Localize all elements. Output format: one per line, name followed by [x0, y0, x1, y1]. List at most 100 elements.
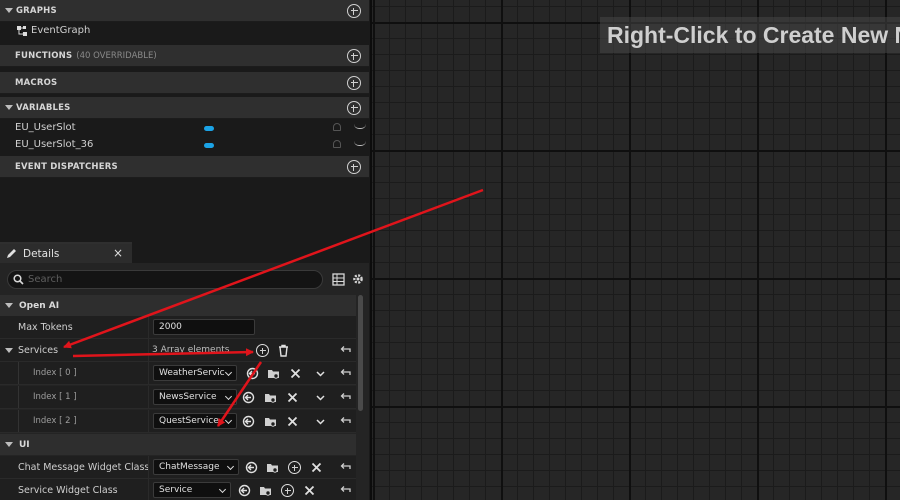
- use-selected-icon[interactable]: [246, 367, 259, 380]
- reset-to-default-icon[interactable]: [340, 462, 351, 471]
- macros-title: MACROS: [15, 77, 58, 88]
- variable-name: EU_UserSlot_36: [15, 139, 94, 150]
- search-input[interactable]: [28, 274, 298, 285]
- element-options-chevron-icon[interactable]: [314, 391, 327, 404]
- add-macro-icon[interactable]: [347, 76, 361, 90]
- clear-icon[interactable]: [286, 415, 299, 428]
- index-label: Index [ 2 ]: [33, 416, 77, 426]
- property-chat-message-widget-class: Chat Message Widget Class ChatMessage: [0, 456, 356, 479]
- property-services: Services 3 Array elements: [0, 339, 356, 362]
- event-graph-canvas[interactable]: Right-Click to Create New N: [370, 0, 900, 500]
- trash-icon[interactable]: [277, 344, 290, 357]
- macros-section-header[interactable]: MACROS: [0, 72, 369, 94]
- tab-details[interactable]: Details ×: [0, 242, 132, 263]
- service-widget-value: Service: [159, 485, 193, 495]
- visibility-eye-icon[interactable]: [354, 124, 366, 129]
- search-icon: [13, 274, 24, 285]
- services-array-summary: 3 Array elements: [152, 345, 230, 355]
- add-function-icon[interactable]: [347, 49, 361, 63]
- details-panel: Open AI Max Tokens 2000 Services 3 Array…: [0, 263, 369, 500]
- service-widget-dropdown[interactable]: Service: [153, 482, 231, 498]
- max-tokens-input[interactable]: 2000: [153, 319, 255, 335]
- variables-title: VARIABLES: [16, 102, 71, 113]
- functions-title: FUNCTIONS: [15, 50, 73, 61]
- add-array-element-icon[interactable]: [256, 344, 269, 357]
- add-graph-icon[interactable]: [347, 4, 361, 18]
- collapse-arrow-icon[interactable]: [5, 303, 13, 308]
- variable-name: EU_UserSlot: [15, 122, 76, 133]
- graph-hint-text: Right-Click to Create New N: [600, 17, 900, 53]
- reset-to-default-icon[interactable]: [340, 368, 351, 377]
- variable-type-pill[interactable]: [204, 126, 214, 131]
- settings-gear-icon[interactable]: [351, 272, 365, 286]
- use-selected-icon[interactable]: [242, 391, 255, 404]
- use-selected-icon[interactable]: [242, 415, 255, 428]
- details-scrollbar[interactable]: [358, 295, 363, 411]
- use-selected-icon[interactable]: [245, 461, 258, 474]
- event-dispatchers-title: EVENT DISPATCHERS: [15, 161, 118, 172]
- category-open-ai[interactable]: Open AI: [0, 295, 356, 316]
- replication-bell-icon[interactable]: [333, 123, 341, 131]
- service-class-dropdown[interactable]: WeatherServic: [153, 365, 237, 381]
- collapse-arrow-icon[interactable]: [5, 348, 13, 353]
- clear-icon[interactable]: [310, 461, 323, 474]
- add-icon[interactable]: [281, 484, 294, 497]
- service-class-value: NewsService: [159, 392, 217, 402]
- close-tab-icon[interactable]: ×: [113, 246, 123, 260]
- variable-type-pill[interactable]: [204, 143, 214, 148]
- variable-item[interactable]: EU_UserSlot_36: [0, 137, 369, 154]
- collapse-arrow-icon[interactable]: [5, 105, 13, 110]
- browse-folder-icon[interactable]: [266, 461, 279, 474]
- clear-icon[interactable]: [286, 391, 299, 404]
- element-options-chevron-icon[interactable]: [314, 415, 327, 428]
- collapse-arrow-icon[interactable]: [5, 442, 13, 447]
- collapse-arrow-icon[interactable]: [5, 8, 13, 13]
- reset-to-default-icon[interactable]: [340, 345, 351, 354]
- list-item-eventgraph[interactable]: EventGraph: [0, 23, 369, 40]
- browse-folder-icon[interactable]: [259, 484, 272, 497]
- eventgraph-label: EventGraph: [31, 25, 91, 36]
- table-view-icon[interactable]: [332, 273, 345, 286]
- service-class-dropdown[interactable]: NewsService: [153, 389, 237, 405]
- service-class-value: WeatherServic: [159, 368, 225, 378]
- browse-folder-icon[interactable]: [264, 391, 277, 404]
- clear-icon[interactable]: [289, 367, 302, 380]
- functions-section-header[interactable]: FUNCTIONS (40 OVERRIDABLE): [0, 45, 369, 67]
- graphs-section-header[interactable]: GRAPHS: [0, 0, 369, 22]
- category-open-ai-label: Open AI: [19, 300, 60, 311]
- browse-folder-icon[interactable]: [267, 367, 280, 380]
- chat-message-widget-dropdown[interactable]: ChatMessage: [153, 459, 239, 475]
- replication-bell-icon[interactable]: [333, 140, 341, 148]
- variable-item[interactable]: EU_UserSlot: [0, 120, 369, 137]
- event-dispatchers-section-header[interactable]: EVENT DISPATCHERS: [0, 156, 369, 178]
- index-label: Index [ 1 ]: [33, 392, 77, 402]
- use-selected-icon[interactable]: [238, 484, 251, 497]
- clear-icon[interactable]: [303, 484, 316, 497]
- category-ui[interactable]: UI: [0, 434, 356, 455]
- add-event-dispatcher-icon[interactable]: [347, 160, 361, 174]
- reset-to-default-icon[interactable]: [340, 416, 351, 425]
- array-element-row: Index [ 1 ] NewsService: [0, 386, 356, 409]
- browse-folder-icon[interactable]: [264, 415, 277, 428]
- array-element-row: Index [ 0 ] WeatherServic: [0, 362, 356, 385]
- details-tab-label: Details: [23, 247, 60, 260]
- element-options-chevron-icon[interactable]: [314, 367, 327, 380]
- details-search[interactable]: [7, 270, 323, 289]
- chat-message-widget-class-label: Chat Message Widget Class: [18, 462, 150, 473]
- category-ui-label: UI: [19, 439, 30, 450]
- max-tokens-label: Max Tokens: [18, 322, 73, 333]
- service-widget-class-label: Service Widget Class: [18, 485, 118, 496]
- service-class-value: QuestService: [159, 416, 219, 426]
- variables-section-header[interactable]: VARIABLES: [0, 97, 369, 119]
- functions-overridable-count: (40 OVERRIDABLE): [76, 50, 157, 61]
- add-icon[interactable]: [288, 461, 301, 474]
- reset-to-default-icon[interactable]: [340, 485, 351, 494]
- my-blueprint-panel: GRAPHS EventGraph FUNCTIONS (40 OVERRIDA…: [0, 0, 370, 500]
- add-variable-icon[interactable]: [347, 101, 361, 115]
- index-label: Index [ 0 ]: [33, 368, 77, 378]
- service-class-dropdown[interactable]: QuestService: [153, 413, 237, 429]
- event-graph-icon: [17, 26, 27, 36]
- graphs-title: GRAPHS: [16, 5, 57, 16]
- visibility-eye-icon[interactable]: [354, 141, 366, 146]
- reset-to-default-icon[interactable]: [340, 392, 351, 401]
